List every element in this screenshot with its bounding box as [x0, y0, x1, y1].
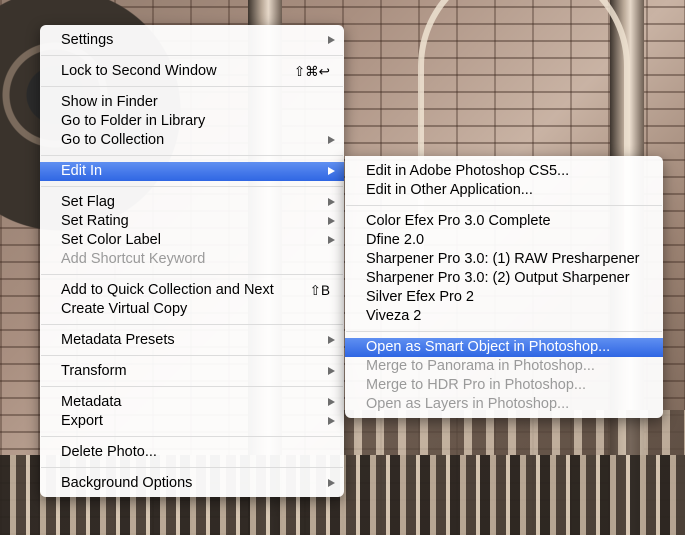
menu-item-label: Background Options [61, 475, 193, 491]
menu-item-label: Edit in Other Application... [366, 182, 533, 198]
submenu-arrow-icon [328, 236, 335, 244]
menu-item-add-quick-collection[interactable]: Add to Quick Collection and Next ⇧B [40, 281, 344, 300]
menu-item-label: Go to Collection [61, 132, 165, 148]
menu-item-show-in-finder[interactable]: Show in Finder [40, 93, 344, 112]
menu-item-label: Merge to Panorama in Photoshop... [366, 358, 595, 374]
submenu-item-color-efex[interactable]: Color Efex Pro 3.0 Complete [345, 212, 663, 231]
submenu-item-merge-hdr: Merge to HDR Pro in Photoshop... [345, 376, 663, 395]
submenu-item-sharpener-output[interactable]: Sharpener Pro 3.0: (2) Output Sharpener [345, 269, 663, 288]
menu-item-label: Transform [61, 363, 127, 379]
submenu-item-merge-panorama: Merge to Panorama in Photoshop... [345, 357, 663, 376]
menu-item-label: Silver Efex Pro 2 [366, 289, 474, 305]
submenu-arrow-icon [328, 398, 335, 406]
menu-item-label: Delete Photo... [61, 444, 157, 460]
menu-item-metadata-presets[interactable]: Metadata Presets [40, 331, 344, 350]
menu-item-label: Merge to HDR Pro in Photoshop... [366, 377, 587, 393]
submenu-item-edit-other-app[interactable]: Edit in Other Application... [345, 181, 663, 200]
menu-item-label: Viveza 2 [366, 308, 422, 324]
submenu-arrow-icon [328, 417, 335, 425]
keyboard-shortcut: ⇧⌘↩ [293, 64, 330, 79]
menu-item-label: Lock to Second Window [61, 63, 217, 79]
menu-item-label: Set Flag [61, 194, 115, 210]
submenu-item-edit-photoshop-cs5[interactable]: Edit in Adobe Photoshop CS5... [345, 162, 663, 181]
menu-item-go-to-collection[interactable]: Go to Collection [40, 131, 344, 150]
menu-item-label: Export [61, 413, 103, 429]
menu-item-set-flag[interactable]: Set Flag [40, 193, 344, 212]
menu-item-label: Settings [61, 32, 114, 48]
menu-item-label: Show in Finder [61, 94, 158, 110]
menu-item-go-to-folder[interactable]: Go to Folder in Library [40, 112, 344, 131]
menu-item-label: Add to Quick Collection and Next [61, 282, 274, 298]
menu-separator [41, 467, 343, 468]
menu-item-label: Sharpener Pro 3.0: (2) Output Sharpener [366, 270, 630, 286]
menu-item-label: Open as Layers in Photoshop... [366, 396, 570, 412]
menu-separator [346, 331, 662, 332]
menu-item-label: Add Shortcut Keyword [61, 251, 206, 267]
menu-separator [41, 324, 343, 325]
menu-separator [41, 274, 343, 275]
menu-item-transform[interactable]: Transform [40, 362, 344, 381]
menu-item-create-virtual-copy[interactable]: Create Virtual Copy [40, 300, 344, 319]
menu-separator [41, 386, 343, 387]
menu-item-label: Create Virtual Copy [61, 301, 188, 317]
menu-separator [41, 55, 343, 56]
menu-separator [41, 155, 343, 156]
submenu-arrow-icon [328, 336, 335, 344]
submenu-arrow-icon [328, 36, 335, 44]
menu-item-label: Dfine 2.0 [366, 232, 425, 248]
menu-item-background-options[interactable]: Background Options [40, 474, 344, 493]
menu-separator [41, 186, 343, 187]
context-menu: Settings Lock to Second Window ⇧⌘↩ Show … [40, 25, 344, 497]
menu-item-metadata[interactable]: Metadata [40, 393, 344, 412]
menu-item-export[interactable]: Export [40, 412, 344, 431]
menu-item-add-shortcut-keyword: Add Shortcut Keyword [40, 250, 344, 269]
menu-item-label: Color Efex Pro 3.0 Complete [366, 213, 551, 229]
menu-item-label: Edit In [61, 163, 103, 179]
submenu-arrow-icon [328, 136, 335, 144]
menu-item-lock-second-window[interactable]: Lock to Second Window ⇧⌘↩ [40, 62, 344, 81]
menu-separator [41, 436, 343, 437]
menu-item-set-rating[interactable]: Set Rating [40, 212, 344, 231]
menu-item-label: Sharpener Pro 3.0: (1) RAW Presharpener [366, 251, 640, 267]
menu-separator [41, 86, 343, 87]
menu-item-edit-in[interactable]: Edit In [40, 162, 344, 181]
menu-item-label: Go to Folder in Library [61, 113, 206, 129]
menu-item-label: Set Color Label [61, 232, 161, 248]
menu-item-label: Set Rating [61, 213, 129, 229]
menu-item-label: Metadata [61, 394, 122, 410]
submenu-arrow-icon [328, 167, 335, 175]
submenu-item-viveza[interactable]: Viveza 2 [345, 307, 663, 326]
submenu-arrow-icon [328, 217, 335, 225]
menu-item-settings[interactable]: Settings [40, 31, 344, 50]
submenu-arrow-icon [328, 367, 335, 375]
submenu-arrow-icon [328, 198, 335, 206]
submenu-item-silver-efex[interactable]: Silver Efex Pro 2 [345, 288, 663, 307]
submenu-item-open-smart-object[interactable]: Open as Smart Object in Photoshop... [345, 338, 663, 357]
keyboard-shortcut: ⇧B [309, 283, 330, 298]
menu-item-label: Edit in Adobe Photoshop CS5... [366, 163, 570, 179]
menu-item-label: Metadata Presets [61, 332, 175, 348]
menu-item-set-color-label[interactable]: Set Color Label [40, 231, 344, 250]
menu-separator [346, 205, 662, 206]
menu-separator [41, 355, 343, 356]
submenu-item-open-layers: Open as Layers in Photoshop... [345, 395, 663, 414]
menu-item-delete-photo[interactable]: Delete Photo... [40, 443, 344, 462]
submenu-item-dfine[interactable]: Dfine 2.0 [345, 231, 663, 250]
submenu-arrow-icon [328, 479, 335, 487]
edit-in-submenu: Edit in Adobe Photoshop CS5... Edit in O… [345, 156, 663, 418]
submenu-item-sharpener-raw[interactable]: Sharpener Pro 3.0: (1) RAW Presharpener [345, 250, 663, 269]
menu-item-label: Open as Smart Object in Photoshop... [366, 339, 611, 355]
